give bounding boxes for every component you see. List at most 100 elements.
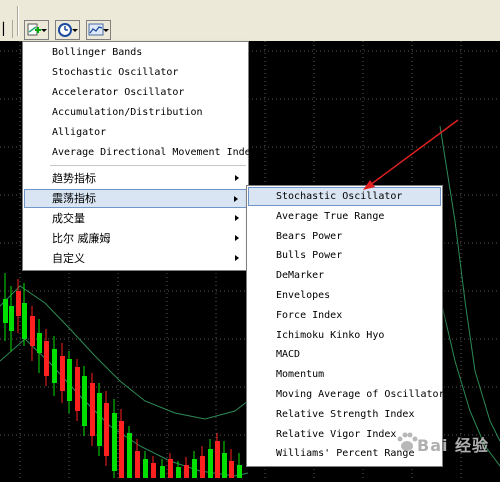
submenu-item-indicator[interactable]: Bulls Power: [248, 246, 441, 265]
menu-item-label: Bollinger Bands: [52, 47, 143, 58]
candle-body: [9, 306, 14, 331]
candle-body: [60, 356, 65, 391]
chevron-down-icon: [72, 29, 78, 32]
submenu-arrow-icon: [235, 235, 239, 241]
menu-item-label: MACD: [276, 349, 301, 361]
candle-body: [97, 393, 102, 446]
watermark: Bai 经验: [395, 428, 495, 472]
chevron-down-icon: [103, 29, 109, 32]
candle-body: [215, 441, 220, 478]
submenu-item-indicator[interactable]: Bears Power: [248, 227, 441, 246]
candle-body: [168, 459, 173, 478]
submenu-item-indicator[interactable]: DeMarker: [248, 266, 441, 285]
periods-button[interactable]: [55, 20, 80, 40]
candle-body: [3, 299, 8, 323]
submenu-item-indicator[interactable]: MACD: [248, 345, 441, 364]
menu-item-category[interactable]: 自定义: [24, 249, 247, 268]
menu-item-indicator[interactable]: Average Directional Movement Index: [24, 143, 257, 162]
submenu-arrow-icon: [235, 255, 239, 261]
candle-body: [151, 463, 156, 478]
menu-item-label: Average Directional Movement Index: [52, 147, 257, 158]
toolbar-separator: [17, 6, 19, 36]
candle-body: [127, 433, 132, 478]
submenu-arrow-icon: [234, 196, 238, 202]
menu-item-label: Average True Range: [276, 210, 385, 222]
menu-item-label: Alligator: [52, 127, 107, 138]
candle-body: [22, 303, 27, 339]
candle-body: [75, 367, 80, 411]
submenu-arrow-icon: [235, 175, 239, 181]
add-indicator-button[interactable]: [24, 20, 49, 40]
menu-item-label: Force Index: [276, 309, 343, 321]
toolbar: ▏: [0, 0, 500, 42]
menu-item-label: 震荡指标: [52, 192, 96, 205]
candle-body: [200, 456, 205, 478]
menu-item-label: Envelopes: [276, 290, 331, 301]
candle-body: [16, 291, 21, 316]
submenu-item-indicator[interactable]: Momentum: [248, 365, 441, 384]
menu-item-category[interactable]: 成交量: [24, 209, 247, 228]
menu-item-indicator[interactable]: Accelerator Oscillator: [24, 83, 247, 102]
menu-item-label: Relative Vigor Index: [276, 428, 397, 440]
submenu-item-indicator[interactable]: Average True Range: [248, 207, 441, 226]
candle-body: [67, 359, 72, 401]
menu-item-indicator[interactable]: Accumulation/Distribution: [24, 103, 247, 122]
menu-item-indicator[interactable]: Bollinger Bands: [24, 43, 247, 62]
menu-item-label: Accumulation/Distribution: [52, 107, 203, 118]
candle-body: [119, 421, 124, 478]
submenu-item-indicator[interactable]: Moving Average of Oscillator: [248, 385, 445, 404]
menu-item-label: 比尔 威廉姆: [52, 232, 111, 245]
candle-body: [229, 461, 234, 478]
toolbar-edge-glyph: ▏: [3, 22, 13, 36]
menu-item-label: Stochastic Oscillator: [276, 191, 403, 202]
menu-item-label: Williams' Percent Range: [276, 448, 415, 460]
watermark-text: Bai 经验: [417, 436, 490, 455]
menu-item-label: Ichimoku Kinko Hyo: [276, 329, 385, 341]
candle-body: [184, 465, 189, 478]
menu-item-label: Bears Power: [276, 230, 343, 242]
candle-body: [52, 349, 57, 383]
menu-item-label: 成交量: [52, 212, 85, 225]
toolbar-left-edge: ▏: [0, 20, 13, 38]
paw-logo: [397, 432, 418, 451]
menu-item-label: Moving Average of Oscillator: [276, 389, 445, 400]
oscillators-submenu: Stochastic Oscillator Average True Range B…: [246, 185, 445, 467]
candle-body: [44, 341, 49, 376]
submenu-item-indicator[interactable]: Stochastic Oscillator: [248, 187, 441, 206]
candle-body: [104, 403, 109, 456]
menu-item-category[interactable]: 比尔 威廉姆: [24, 229, 247, 248]
candle-body: [160, 466, 165, 478]
menu-item-category[interactable]: 趋势指标: [24, 169, 247, 188]
candle-body: [112, 413, 117, 471]
candle-body: [30, 316, 35, 346]
submenu-item-indicator[interactable]: Ichimoku Kinko Hyo: [248, 326, 441, 345]
candle-body: [176, 467, 181, 478]
menu-item-label: 自定义: [52, 252, 85, 265]
candle-body: [135, 451, 140, 478]
candle-body: [37, 333, 42, 353]
submenu-item-indicator[interactable]: Relative Strength Index: [248, 405, 441, 424]
menu-item-label: 趋势指标: [52, 172, 96, 185]
candle-body: [222, 453, 227, 478]
menu-item-label: DeMarker: [276, 270, 325, 282]
menu-item-label: Momentum: [276, 369, 325, 381]
menu-separator: [50, 165, 246, 166]
menu-item-label: Relative Strength Index: [276, 408, 415, 420]
menu-item-indicator[interactable]: Stochastic Oscillator: [24, 63, 247, 82]
candle-body: [208, 449, 213, 478]
menu-item-label: Bulls Power: [276, 250, 343, 262]
candle-body: [90, 383, 95, 436]
menu-item-label: Stochastic Oscillator: [52, 67, 179, 78]
menu-item-label: Accelerator Oscillator: [52, 87, 185, 98]
submenu-item-indicator[interactable]: Force Index: [248, 306, 441, 325]
submenu-arrow-icon: [235, 215, 239, 221]
templates-button[interactable]: [86, 20, 111, 40]
chevron-down-icon: [41, 29, 47, 32]
candle-body: [237, 465, 242, 478]
indicators-menu: Bollinger Bands Stochastic Oscillator Acce…: [22, 41, 257, 271]
candle-body: [82, 376, 87, 426]
candle-body: [192, 459, 197, 478]
submenu-item-indicator[interactable]: Envelopes: [248, 286, 441, 305]
menu-item-indicator[interactable]: Alligator: [24, 123, 247, 142]
menu-item-category[interactable]: 震荡指标: [24, 189, 247, 208]
